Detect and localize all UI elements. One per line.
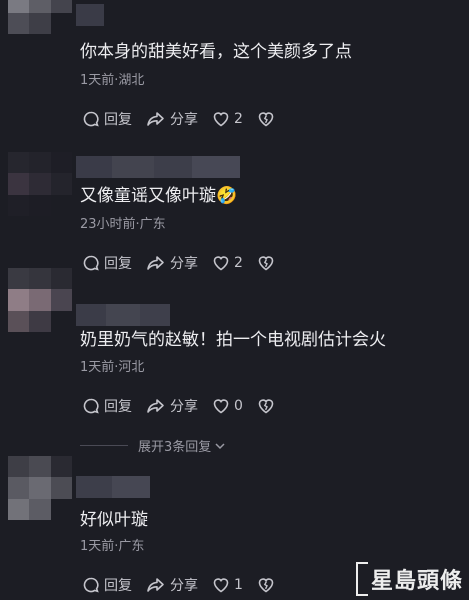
share-button[interactable]: 分享 (146, 396, 198, 416)
broken-heart-icon (258, 399, 274, 414)
username-blurred[interactable] (76, 4, 104, 26)
share-arrow-icon (147, 256, 164, 270)
like-button[interactable]: 2 (212, 254, 243, 272)
dislike-button[interactable] (257, 576, 275, 594)
reply-bubble-icon (83, 255, 99, 271)
avatar[interactable] (8, 152, 72, 216)
comment-meta: 23小时前·广东 (80, 217, 166, 232)
laughing-emoji: 🤣 (216, 186, 238, 206)
share-arrow-icon (147, 399, 164, 413)
broken-heart-icon (258, 578, 274, 593)
reply-bubble-icon (83, 577, 99, 593)
reply-bubble-icon (83, 111, 99, 127)
watermark-logo: 星島頭條 (355, 562, 463, 596)
like-count: 1 (234, 577, 243, 593)
reply-button[interactable]: 回复 (82, 253, 132, 273)
share-label: 分享 (170, 399, 198, 415)
comment-text-content: 又像童谣又像叶璇 (80, 186, 216, 206)
reply-label: 回复 (104, 256, 132, 272)
watermark-bracket (355, 562, 368, 596)
dislike-button[interactable] (257, 397, 275, 415)
expand-replies-button[interactable]: 展开3条回复 (80, 436, 227, 455)
dislike-button[interactable] (257, 254, 275, 272)
like-button[interactable]: 0 (212, 397, 243, 415)
comment-meta: 1天前·湖北 (80, 73, 145, 88)
like-button[interactable]: 2 (212, 110, 243, 128)
expand-replies-label: 展开3条回复 (138, 440, 212, 455)
comment-meta: 1天前·广东 (80, 539, 145, 554)
username-blurred[interactable] (76, 476, 150, 498)
share-button[interactable]: 分享 (146, 109, 198, 129)
avatar[interactable] (8, 0, 72, 34)
reply-bubble-icon (83, 398, 99, 414)
avatar[interactable] (8, 456, 72, 520)
comment-actions: 回复 分享 2 (82, 108, 289, 130)
comment-meta: 1天前·河北 (80, 360, 145, 375)
dislike-button[interactable] (257, 110, 275, 128)
reply-label: 回复 (104, 112, 132, 128)
comment-text: 好似叶璇 (80, 510, 148, 530)
reply-label: 回复 (104, 578, 132, 594)
username-blurred[interactable] (76, 304, 170, 326)
comment-text: 又像童谣又像叶璇🤣 (80, 184, 237, 208)
watermark-text: 星島頭條 (370, 569, 463, 594)
share-button[interactable]: 分享 (146, 575, 198, 595)
avatar[interactable] (8, 268, 72, 332)
reply-label: 回复 (104, 399, 132, 415)
comment-actions: 回复 分享 1 (82, 574, 289, 596)
username-blurred[interactable] (76, 156, 240, 178)
chevron-down-icon (215, 442, 225, 449)
like-count: 2 (234, 111, 243, 127)
reply-button[interactable]: 回复 (82, 109, 132, 129)
broken-heart-icon (258, 256, 274, 271)
comment-actions: 回复 分享 0 (82, 395, 289, 417)
share-arrow-icon (147, 112, 164, 126)
heart-icon (213, 399, 229, 414)
share-label: 分享 (170, 112, 198, 128)
comment-text: 奶里奶气的赵敏！拍一个电视剧估计会火 (80, 330, 386, 350)
broken-heart-icon (258, 112, 274, 127)
like-count: 2 (234, 255, 243, 271)
like-button[interactable]: 1 (212, 576, 243, 594)
share-label: 分享 (170, 256, 198, 272)
reply-button[interactable]: 回复 (82, 396, 132, 416)
share-label: 分享 (170, 578, 198, 594)
comment-text: 你本身的甜美好看，这个美颜多了点 (80, 42, 352, 62)
heart-icon (213, 256, 229, 271)
share-button[interactable]: 分享 (146, 253, 198, 273)
heart-icon (213, 112, 229, 127)
like-count: 0 (234, 398, 243, 414)
heart-icon (213, 578, 229, 593)
divider-line (80, 445, 128, 446)
share-arrow-icon (147, 578, 164, 592)
reply-button[interactable]: 回复 (82, 575, 132, 595)
comment-actions: 回复 分享 2 (82, 252, 289, 274)
